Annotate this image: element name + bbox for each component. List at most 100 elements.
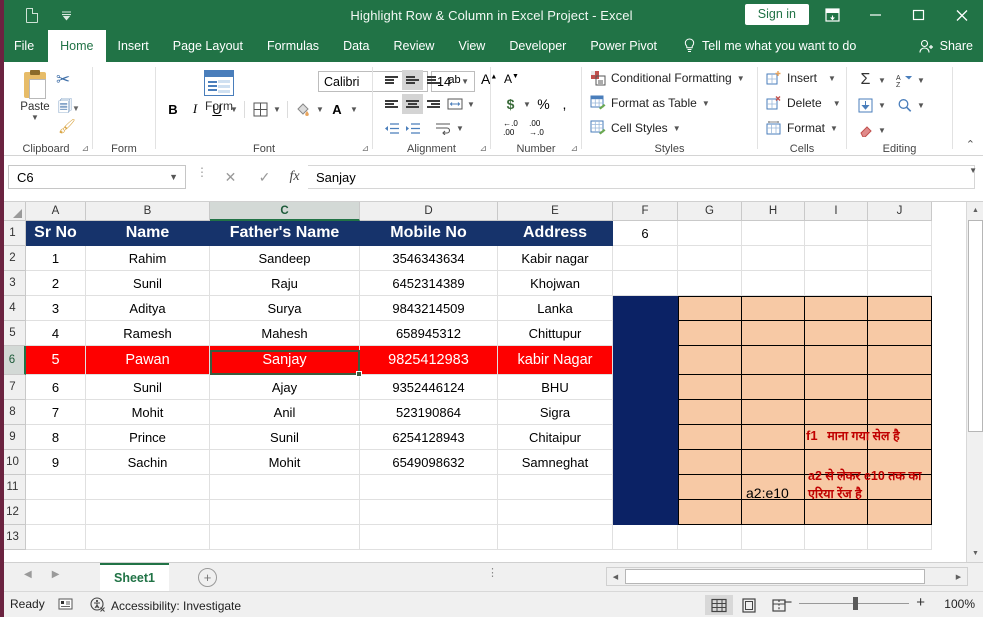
page-layout-view-icon[interactable] [735, 595, 763, 615]
cell-F2[interactable] [613, 246, 678, 271]
cell-C3[interactable]: Raju [210, 271, 360, 296]
cell-A3[interactable]: 2 [26, 271, 86, 296]
autosum-caret-icon[interactable]: ▼ [876, 70, 888, 90]
cell-C12[interactable] [210, 500, 360, 525]
area-cell-J7[interactable] [868, 375, 932, 400]
cell-B12[interactable] [86, 500, 210, 525]
header-cell-E1[interactable]: Address [498, 221, 613, 246]
area-cell-I8[interactable] [805, 400, 868, 425]
area-cell-I6[interactable] [805, 346, 868, 375]
cell-E8[interactable]: Sigra [498, 400, 613, 425]
column-header-d[interactable]: D [360, 202, 498, 221]
align-center-button[interactable] [402, 94, 423, 114]
cell-C13[interactable] [210, 525, 360, 550]
increase-indent-icon[interactable] [402, 118, 423, 138]
cell-C10[interactable]: Mohit [210, 450, 360, 475]
cell-E13[interactable] [498, 525, 613, 550]
conditional-formatting-caret-icon[interactable]: ▼ [737, 74, 745, 83]
font-dialog-launcher[interactable]: ⊿ [361, 143, 369, 154]
area-cell-G4[interactable] [678, 296, 742, 321]
zoom-slider-thumb[interactable] [853, 596, 859, 610]
cell-E9[interactable]: Chitaipur [498, 425, 613, 450]
area-cell-G8[interactable] [678, 400, 742, 425]
column-header-b[interactable]: B [86, 202, 210, 221]
align-left-button[interactable] [381, 94, 402, 114]
accessibility-status[interactable]: Accessibility: Investigate [90, 597, 241, 615]
fill-color-icon[interactable] [292, 98, 314, 120]
tab-power-pivot[interactable]: Power Pivot [578, 30, 669, 62]
cell-A12[interactable] [26, 500, 86, 525]
area-cell-H5[interactable] [742, 321, 805, 346]
cell-I1[interactable] [805, 221, 868, 246]
cell-A6[interactable]: 5 [26, 346, 86, 375]
cell-D9[interactable]: 6254128943 [360, 425, 498, 450]
next-sheet-arrow[interactable]: ▶ [52, 569, 60, 580]
cut-scissors-icon[interactable]: ✂ [56, 70, 70, 90]
header-cell-A1[interactable]: Sr No [26, 221, 86, 246]
tab-developer[interactable]: Developer [497, 30, 578, 62]
percent-button[interactable]: % [533, 94, 554, 114]
scroll-down-arrow[interactable]: ▼ [967, 545, 983, 562]
cell-G13[interactable] [678, 525, 742, 550]
tab-file[interactable]: File [0, 30, 48, 62]
cell-B10[interactable]: Sachin [86, 450, 210, 475]
cancel-icon[interactable]: ✕ [218, 165, 243, 189]
cell-H2[interactable] [742, 246, 805, 271]
find-select-icon[interactable] [894, 95, 915, 115]
cell-H3[interactable] [742, 271, 805, 296]
area-cell-I12[interactable] [805, 500, 868, 525]
cell-C8[interactable]: Anil [210, 400, 360, 425]
autosum-sigma-icon[interactable]: Σ [855, 70, 876, 90]
tab-home[interactable]: Home [48, 30, 106, 62]
area-cell-J6[interactable] [868, 346, 932, 375]
header-cell-C1[interactable]: Father's Name [210, 221, 360, 246]
record-macro-icon[interactable] [58, 597, 73, 611]
format-painter-icon[interactable]: 🖌 [58, 118, 76, 135]
area-cell-H10[interactable] [742, 450, 805, 475]
clipboard-dialog-launcher[interactable]: ⊿ [81, 143, 89, 154]
cell-D3[interactable]: 6452314389 [360, 271, 498, 296]
name-box[interactable]: C6 ▼ [8, 165, 186, 189]
close-icon[interactable] [940, 0, 983, 30]
number-dialog-launcher[interactable]: ⊿ [570, 143, 578, 154]
cell-E7[interactable]: BHU [498, 375, 613, 400]
column-header-c[interactable]: C [210, 202, 360, 221]
column-header-a[interactable]: A [26, 202, 86, 221]
conditional-formatting-button[interactable]: Conditional Formatting ▼ [590, 70, 745, 86]
cell-F1[interactable]: 6 [613, 221, 678, 246]
normal-view-icon[interactable] [705, 595, 733, 615]
area-cell-J4[interactable] [868, 296, 932, 321]
orientation-icon[interactable]: ab [444, 70, 465, 90]
cell-D10[interactable]: 6549098632 [360, 450, 498, 475]
clear-eraser-icon[interactable] [855, 120, 876, 140]
highlight-column-cell-F6[interactable] [613, 346, 678, 375]
area-cell-J8[interactable] [868, 400, 932, 425]
font-color-icon[interactable]: A [326, 98, 348, 120]
cell-D2[interactable]: 3546343634 [360, 246, 498, 271]
sort-filter-icon[interactable]: AZ [894, 70, 915, 90]
cell-E10[interactable]: Samneghat [498, 450, 613, 475]
delete-cells-button[interactable]: Delete ▼ [766, 95, 841, 111]
column-header-e[interactable]: E [498, 202, 613, 221]
tab-data[interactable]: Data [331, 30, 381, 62]
decrease-decimal-icon[interactable]: .00 →.0 [526, 118, 547, 138]
cell-A9[interactable]: 8 [26, 425, 86, 450]
area-cell-G12[interactable] [678, 500, 742, 525]
cell-D4[interactable]: 9843214509 [360, 296, 498, 321]
cell-B11[interactable] [86, 475, 210, 500]
cell-J1[interactable] [868, 221, 932, 246]
underline-button[interactable]: U [206, 98, 228, 120]
highlight-column-cell-F12[interactable] [613, 500, 678, 525]
decrease-indent-icon[interactable] [381, 118, 402, 138]
cell-A13[interactable] [26, 525, 86, 550]
cell-A11[interactable] [26, 475, 86, 500]
zoom-slider[interactable] [799, 596, 910, 610]
column-header-j[interactable]: J [868, 202, 932, 221]
delete-caret-icon[interactable]: ▼ [833, 99, 841, 108]
area-cell-H7[interactable] [742, 375, 805, 400]
cell-B5[interactable]: Ramesh [86, 321, 210, 346]
sheet-tab-sheet1[interactable]: Sheet1 [100, 563, 169, 591]
cell-E6[interactable]: kabir Nagar [498, 346, 613, 375]
cell-C4[interactable]: Surya [210, 296, 360, 321]
cell-D13[interactable] [360, 525, 498, 550]
